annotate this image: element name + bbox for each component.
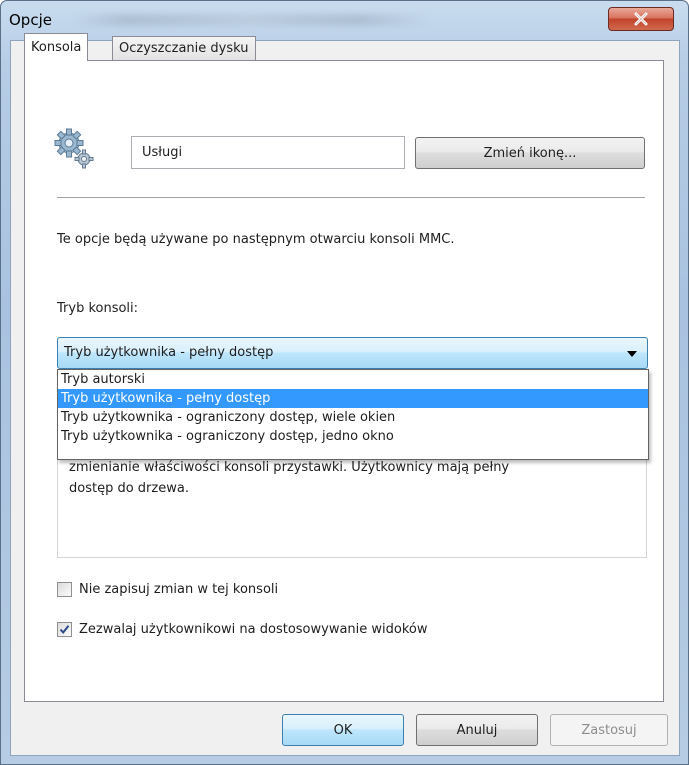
dropdown-option-user-limited-single-window[interactable]: Tryb użytkownika - ograniczony dostęp, j… bbox=[58, 427, 648, 446]
separator bbox=[57, 197, 645, 198]
gears-icon bbox=[54, 128, 94, 169]
tab-disk-cleanup[interactable]: Oczyszczanie dysku bbox=[112, 36, 256, 60]
apply-button[interactable]: Zastosuj bbox=[550, 714, 668, 746]
cancel-button[interactable]: Anuluj bbox=[416, 714, 538, 746]
description-line: dostęp do drzewa. bbox=[69, 481, 189, 496]
apply-button-label: Zastosuj bbox=[581, 722, 637, 738]
console-name-input[interactable]: Usługi bbox=[131, 136, 405, 169]
dropdown-option-user-full-access[interactable]: Tryb użytkownika - pełny dostęp bbox=[58, 389, 648, 408]
window-title: Opcje bbox=[9, 11, 52, 29]
ok-button[interactable]: OK bbox=[282, 714, 404, 746]
description-line: zmienianie właściwości konsoli przystawk… bbox=[69, 460, 510, 475]
console-mode-dropdown-list: Tryb autorski Tryb użytkownika - pełny d… bbox=[57, 369, 649, 460]
console-mode-select[interactable]: Tryb użytkownika - pełny dostęp bbox=[57, 337, 648, 369]
close-button[interactable] bbox=[608, 7, 674, 31]
checkmark-icon bbox=[59, 625, 70, 635]
change-icon-button[interactable]: Zmień ikonę... bbox=[415, 137, 645, 169]
dropdown-option-author-mode[interactable]: Tryb autorski bbox=[58, 370, 648, 389]
chevron-down-icon[interactable] bbox=[627, 351, 637, 357]
cancel-button-label: Anuluj bbox=[456, 722, 498, 738]
change-icon-button-label: Zmień ikonę... bbox=[483, 145, 577, 161]
no-save-changes-checkbox[interactable] bbox=[57, 582, 72, 597]
no-save-changes-row[interactable]: Nie zapisuj zmian w tej konsoli bbox=[57, 582, 278, 597]
close-icon bbox=[634, 12, 648, 26]
info-text: Te opcje będą używane po następnym otwar… bbox=[57, 232, 455, 247]
tab-console[interactable]: Konsola bbox=[24, 33, 89, 61]
allow-customize-views-row[interactable]: Zezwalaj użytkownikowi na dostosowywanie… bbox=[57, 622, 428, 637]
dropdown-option-user-limited-multi-window[interactable]: Tryb użytkownika - ograniczony dostęp, w… bbox=[58, 408, 648, 427]
console-mode-label: Tryb konsoli: bbox=[57, 301, 139, 316]
no-save-changes-label: Nie zapisuj zmian w tej konsoli bbox=[79, 582, 279, 597]
title-blurred-text bbox=[71, 14, 431, 26]
ok-button-label: OK bbox=[333, 722, 353, 738]
title-bar[interactable]: Opcje bbox=[1, 1, 688, 39]
allow-customize-views-label: Zezwalaj użytkownikowi na dostosowywanie… bbox=[79, 622, 428, 637]
allow-customize-views-checkbox[interactable] bbox=[57, 622, 72, 637]
console-mode-selected-value: Tryb użytkownika - pełny dostęp bbox=[64, 345, 274, 360]
